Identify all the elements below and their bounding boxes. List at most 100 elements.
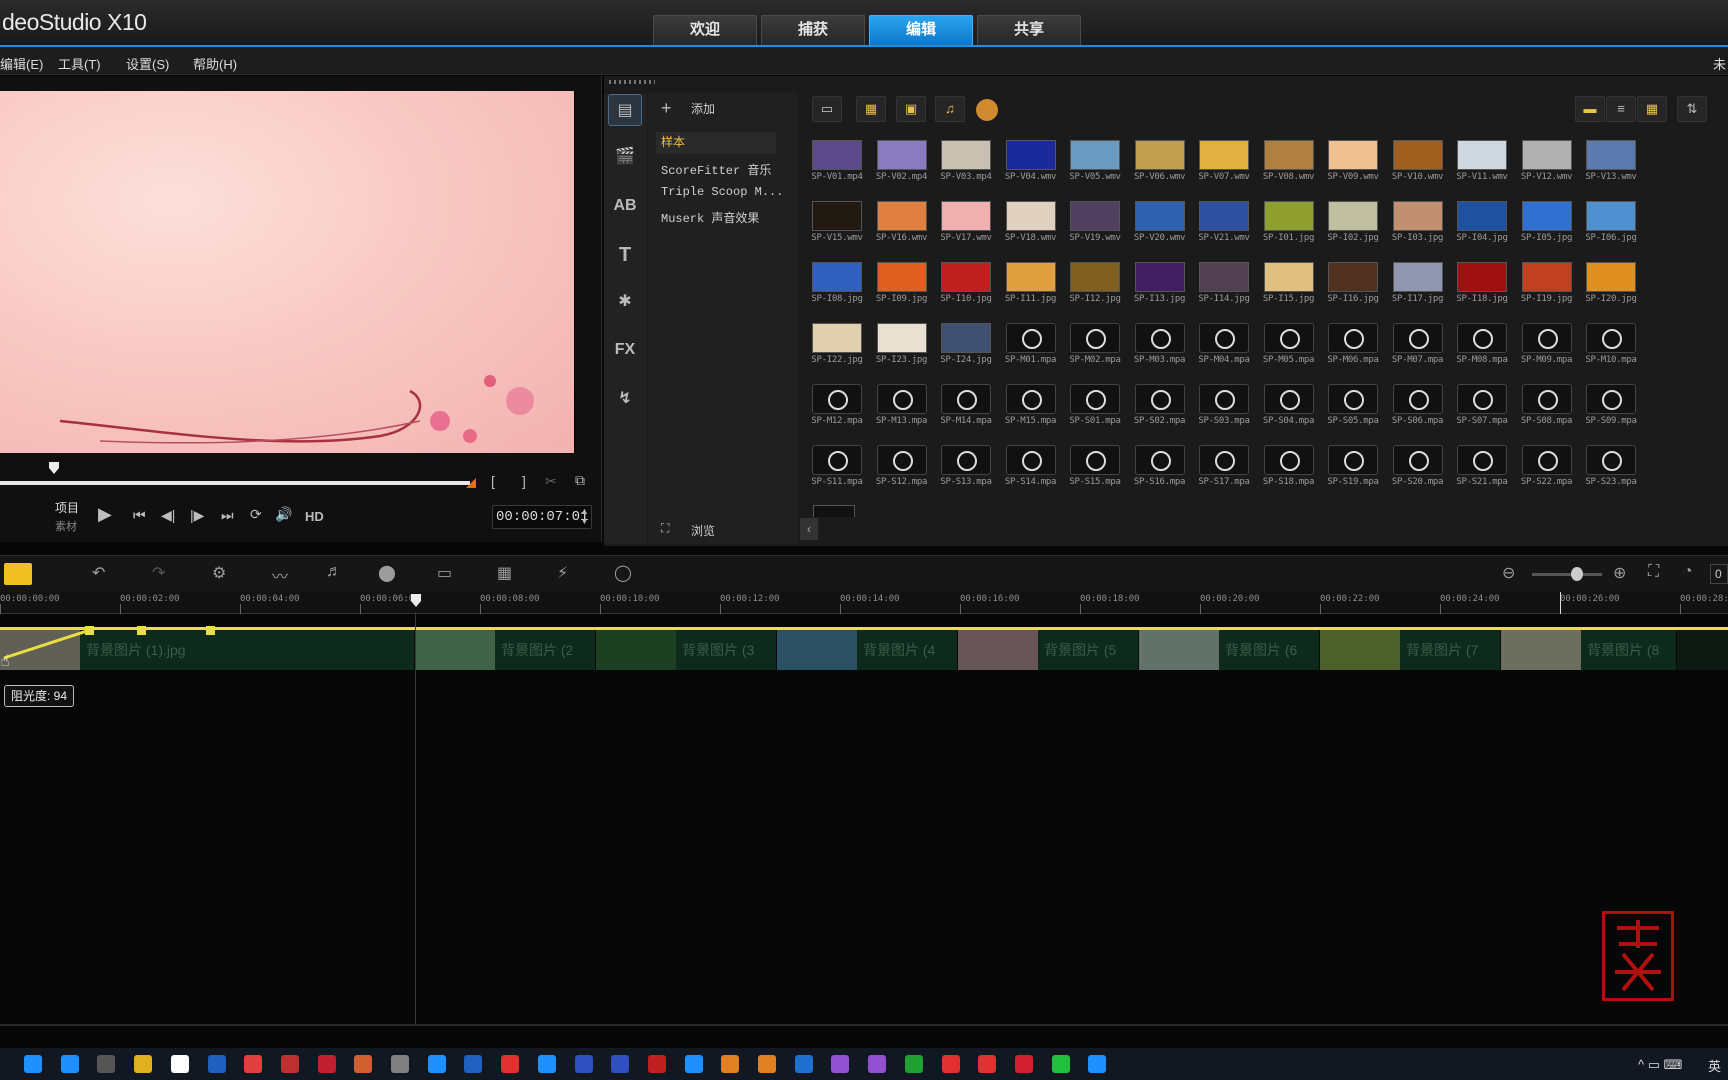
view-thumb-icon[interactable]: ▬: [1575, 96, 1605, 122]
zoom-out-icon[interactable]: ⊖: [1502, 563, 1515, 583]
library-thumbnail[interactable]: SP-S20.mpa: [1386, 439, 1450, 499]
library-thumbnail[interactable]: SP-I14.jpg: [1192, 256, 1256, 316]
menu-settings[interactable]: 设置(S): [126, 54, 169, 73]
timeline-clip[interactable]: 背景图片 (6: [1139, 628, 1320, 670]
view-list-icon[interactable]: ≡: [1606, 96, 1636, 122]
taskbar-app-icon[interactable]: [427, 1055, 446, 1073]
timeline-clip[interactable]: 背景图片 (7: [1320, 628, 1501, 670]
library-thumbnail[interactable]: SP-V15.wmv: [805, 195, 869, 255]
fx-icon[interactable]: FX: [608, 334, 642, 366]
library-thumbnail[interactable]: SP-V09.wmv: [1321, 134, 1385, 194]
browse-button[interactable]: 浏览: [691, 522, 715, 539]
library-thumbnail[interactable]: SP-M08.mpa: [1450, 317, 1514, 377]
scrub-handle[interactable]: [48, 461, 60, 475]
scrub-bar[interactable]: [0, 481, 470, 485]
copy-icon[interactable]: ⧉: [575, 472, 585, 489]
library-thumbnail[interactable]: SP-S14.mpa: [999, 439, 1063, 499]
library-thumbnail[interactable]: SP-M07.mpa: [1386, 317, 1450, 377]
taskbar-app-icon[interactable]: [391, 1055, 409, 1073]
mode-project[interactable]: 项目: [55, 499, 79, 516]
opacity-ramp[interactable]: [0, 622, 220, 662]
library-thumbnail[interactable]: SP-S13.mpa: [934, 439, 998, 499]
library-thumbnail[interactable]: SP-M13.mpa: [870, 378, 934, 438]
library-thumbnail[interactable]: SP-M05.mpa: [1257, 317, 1321, 377]
graphic-icon[interactable]: ✱: [608, 286, 642, 318]
library-thumbnail[interactable]: SP-S07.mpa: [1450, 378, 1514, 438]
library-thumbnail[interactable]: SP-S16.mpa: [1128, 439, 1192, 499]
taskbar-app-icon[interactable]: [904, 1055, 923, 1073]
taskbar-app-icon[interactable]: [244, 1055, 263, 1073]
folder-icon[interactable]: ▭: [812, 96, 842, 122]
library-thumbnail[interactable]: SP-I03.jpg: [1386, 195, 1450, 255]
transition-icon[interactable]: AB: [608, 190, 642, 222]
library-thumbnail[interactable]: SP-V18.wmv: [999, 195, 1063, 255]
library-thumbnail[interactable]: SP-M02.mpa: [1063, 317, 1127, 377]
taskbar-app-icon[interactable]: [97, 1055, 116, 1073]
library-thumbnail[interactable]: SP-S05.mpa: [1321, 378, 1385, 438]
path-icon[interactable]: ↯: [608, 383, 642, 415]
library-thumbnail[interactable]: SP-I01.jpg: [1257, 195, 1321, 255]
library-thumbnail[interactable]: SP-V12.wmv: [1515, 134, 1579, 194]
taskbar-app-icon[interactable]: [280, 1055, 299, 1073]
scroll-left-button[interactable]: ‹: [800, 518, 818, 540]
library-thumbnail[interactable]: SP-I10.jpg: [934, 256, 998, 316]
library-thumbnail[interactable]: SP-S04.mpa: [1257, 378, 1321, 438]
taskbar-app-icon[interactable]: [317, 1055, 336, 1073]
library-thumbnail[interactable]: SP-V13.wmv: [1579, 134, 1643, 194]
repeat-icon[interactable]: ⟳: [250, 506, 262, 523]
undo-icon[interactable]: ↶: [92, 563, 105, 583]
taskbar-app-icon[interactable]: [501, 1055, 520, 1073]
timeline-clip[interactable]: 背景图片 (4: [777, 628, 958, 670]
redo-icon[interactable]: ↷: [152, 563, 165, 583]
library-thumbnail[interactable]: SP-S19.mpa: [1321, 439, 1385, 499]
library-thumbnail[interactable]: SP-I04.jpg: [1450, 195, 1514, 255]
library-thumbnail[interactable]: SP-I13.jpg: [1128, 256, 1192, 316]
title-icon[interactable]: T: [608, 239, 642, 271]
library-thumbnail[interactable]: SP-I12.jpg: [1063, 256, 1127, 316]
library-thumbnail[interactable]: SP-I05.jpg: [1515, 195, 1579, 255]
menu-help[interactable]: 帮助(H): [193, 54, 237, 73]
library-thumbnail[interactable]: SP-S17.mpa: [1192, 439, 1256, 499]
taskbar-app-icon[interactable]: [611, 1055, 630, 1073]
taskbar-app-icon[interactable]: [684, 1055, 703, 1073]
library-thumbnail[interactable]: SP-S01.mpa: [1063, 378, 1127, 438]
taskbar-app-icon[interactable]: [207, 1055, 226, 1073]
media-category-icon[interactable]: ▤: [608, 94, 642, 126]
menu-tools[interactable]: 工具(T): [58, 54, 101, 73]
menu-edit[interactable]: 编辑(E): [0, 54, 43, 73]
library-thumbnail[interactable]: SP-I16.jpg: [1321, 256, 1385, 316]
library-thumbnail[interactable]: SP-S11.mpa: [805, 439, 869, 499]
library-thumbnail[interactable]: SP-I09.jpg: [870, 256, 934, 316]
browse-icon[interactable]: ⛶: [661, 521, 669, 536]
subtitle-editor-icon[interactable]: ▭: [437, 563, 452, 583]
library-thumbnail[interactable]: SP-M10.mpa: [1579, 317, 1643, 377]
project-duration-icon[interactable]: ◔: [1683, 563, 1693, 581]
library-thumbnail[interactable]: SP-M06.mpa: [1321, 317, 1385, 377]
library-thumbnail[interactable]: SP-V20.wmv: [1128, 195, 1192, 255]
add-folder-button[interactable]: 添加: [691, 100, 715, 117]
library-thumbnail[interactable]: SP-V21.wmv: [1192, 195, 1256, 255]
panel-grip[interactable]: [609, 80, 655, 84]
library-thumbnail[interactable]: SP-S23.mpa: [1579, 439, 1643, 499]
library-thumbnail[interactable]: SP-V19.wmv: [1063, 195, 1127, 255]
library-thumbnail[interactable]: SP-S21.mpa: [1450, 439, 1514, 499]
record-capture-icon[interactable]: ⚙: [212, 563, 226, 583]
play-icon[interactable]: ▶: [98, 504, 112, 525]
library-thumbnail[interactable]: SP-V08.wmv: [1257, 134, 1321, 194]
library-thumbnail[interactable]: SP-V03.mp4: [934, 134, 998, 194]
taskbar-app-icon[interactable]: [978, 1055, 997, 1073]
prev-frame-icon[interactable]: ◀|: [161, 507, 175, 524]
library-thumbnail[interactable]: SP-V17.wmv: [934, 195, 998, 255]
taskbar-app-icon[interactable]: [60, 1055, 79, 1073]
storyboard-view-icon[interactable]: [4, 563, 32, 585]
timecode-stepper[interactable]: ▲ ▼: [580, 506, 589, 526]
timecode-field[interactable]: 00:00:07:01: [492, 505, 592, 529]
taskbar-app-icon[interactable]: [354, 1055, 373, 1073]
mark-in-button[interactable]: [: [491, 473, 495, 489]
library-thumbnail[interactable]: SP-V10.wmv: [1386, 134, 1450, 194]
volume-icon[interactable]: 🔊: [275, 506, 292, 523]
taskbar-app-icon[interactable]: [758, 1055, 776, 1073]
folder-item[interactable]: 样本: [656, 132, 776, 154]
playhead-icon[interactable]: [410, 593, 422, 608]
library-thumbnail[interactable]: SP-S18.mpa: [1257, 439, 1321, 499]
